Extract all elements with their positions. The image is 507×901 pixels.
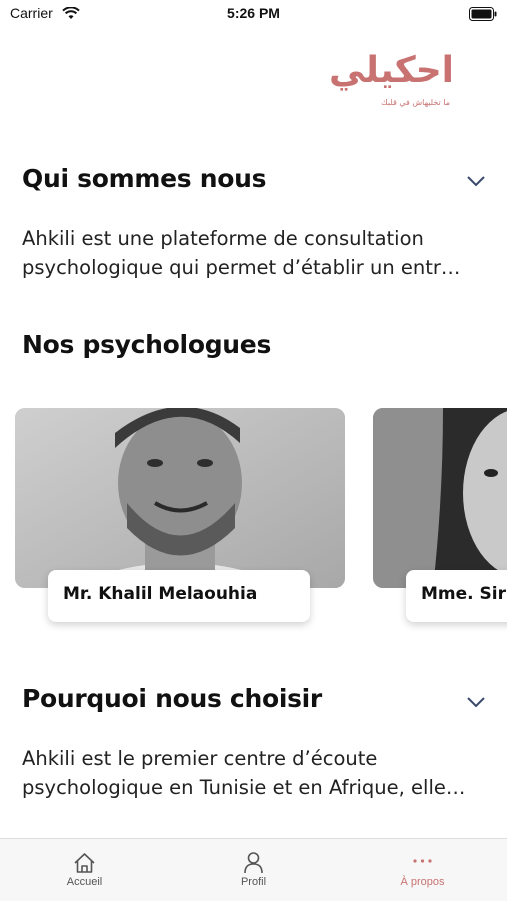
tab-label-profil: Profil (240, 876, 267, 888)
home-icon (0, 851, 169, 875)
psychologist-photo (15, 408, 345, 588)
battery-icon (469, 6, 497, 25)
psychologist-photo (373, 408, 507, 588)
psychologist-name: Mme. Sirin Taieb (406, 570, 507, 622)
about-text: Ahkili est une plateforme de consultatio… (22, 227, 461, 279)
more-dots-icon (338, 851, 507, 875)
tab-profil[interactable]: Profil (169, 839, 338, 901)
why-title: Pourquoi nous choisir (22, 684, 322, 713)
clock: 5:26 PM (227, 5, 280, 21)
about-title: Qui sommes nous (22, 164, 267, 193)
app-logo: احكيلي ما تخليهاش في قلبك (328, 50, 458, 114)
tab-accueil[interactable]: Accueil (0, 839, 169, 901)
status-bar: Carrier 5:26 PM (0, 0, 507, 28)
psychologists-title: Nos psychologues (22, 330, 272, 359)
tab-label-a-propos: À propos (400, 876, 445, 888)
logo-tagline: ما تخليهاش في قلبك (381, 98, 450, 107)
psychologists-carousel[interactable]: Mr. Khalil Melaouhia Mme. Sirin Taieb (0, 408, 507, 658)
psychologist-name: Mr. Khalil Melaouhia (48, 570, 310, 622)
person-icon (169, 851, 338, 875)
tab-a-propos[interactable]: À propos (338, 839, 507, 901)
logo-text: احكيلي (328, 50, 454, 91)
tab-label-accueil: Accueil (66, 876, 103, 888)
why-expand-chevron-down-icon[interactable] (467, 693, 485, 712)
why-text: Ahkili est le premier centre d’écoute ps… (22, 747, 466, 799)
tab-bar: Accueil Profil À propos (0, 838, 507, 901)
about-expand-chevron-down-icon[interactable] (467, 172, 485, 191)
